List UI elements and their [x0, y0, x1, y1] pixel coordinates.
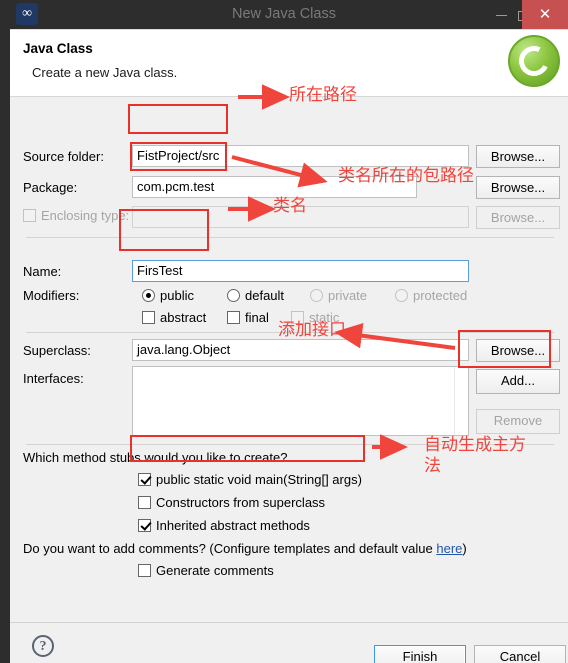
dialog-body: Java Class Create a new Java class. Sour…: [10, 29, 568, 663]
generate-comments-checkbox[interactable]: Generate comments: [138, 563, 274, 578]
interfaces-listbox[interactable]: [132, 366, 469, 436]
minimize-button[interactable]: [490, 0, 512, 29]
stub-label: Constructors from superclass: [156, 495, 326, 510]
minimize-icon: [495, 15, 507, 17]
enclosing-type-label: Enclosing type:: [41, 208, 130, 223]
stub-label: public static void main(String[] args): [156, 472, 362, 487]
remove-interface-button: Remove: [476, 409, 560, 434]
modifier-radio-public[interactable]: public: [142, 288, 194, 303]
checkbox-icon: [227, 311, 240, 324]
divider-3: [26, 444, 554, 445]
radio-icon: [310, 289, 323, 302]
superclass-input[interactable]: java.lang.Object: [132, 339, 469, 361]
page-title: Java Class: [23, 41, 93, 56]
close-button[interactable]: ✕: [522, 0, 568, 29]
modifier-radio-default[interactable]: default: [227, 288, 284, 303]
superclass-browse-button[interactable]: Browse...: [476, 339, 560, 362]
configure-templates-link[interactable]: here: [436, 541, 462, 556]
package-browse-button[interactable]: Browse...: [476, 176, 560, 199]
modifier-label: public: [160, 288, 194, 303]
window-title: New Java Class: [232, 6, 336, 22]
name-label: Name:: [23, 264, 62, 279]
stub-check-inherited[interactable]: Inherited abstract methods: [138, 518, 310, 533]
stub-check-main-method[interactable]: public static void main(String[] args): [138, 472, 362, 487]
interfaces-scrollbar[interactable]: [454, 367, 468, 435]
form-area: Source folder: FistProject/src Browse...…: [10, 98, 568, 622]
checkbox-icon: [138, 496, 151, 509]
modifier-check-abstract[interactable]: abstract: [142, 310, 206, 325]
java-class-wizard-icon: [508, 35, 560, 87]
source-folder-label: Source folder:: [23, 149, 104, 164]
checkbox-icon: [138, 564, 151, 577]
modifier-check-static: static: [291, 310, 339, 325]
modifiers-label: Modifiers:: [23, 288, 80, 303]
stub-label: Inherited abstract methods: [156, 518, 310, 533]
title-bar: ∞ New Java Class ✕: [0, 0, 568, 29]
modifier-radio-private: private: [310, 288, 367, 303]
radio-icon: [142, 289, 155, 302]
divider-2: [26, 332, 554, 333]
modifier-label: protected: [413, 288, 468, 303]
modifier-label: default: [245, 288, 285, 303]
comments-question: Do you want to add comments? (Configure …: [23, 541, 467, 556]
checkbox-icon: [23, 209, 36, 222]
modifier-label: abstract: [160, 310, 207, 325]
stub-check-constructors[interactable]: Constructors from superclass: [138, 495, 325, 510]
new-java-class-dialog-window: ∞ New Java Class ✕ Java Class Create a n…: [0, 0, 568, 663]
checkbox-icon: [138, 519, 151, 532]
enclosing-type-browse-button: Browse...: [476, 206, 560, 229]
generate-comments-label: Generate comments: [156, 563, 274, 578]
add-interface-button[interactable]: Add...: [476, 369, 560, 394]
source-folder-input[interactable]: FistProject/src: [132, 145, 469, 167]
dialog-footer: ? Finish Cancel: [10, 622, 568, 663]
radio-icon: [227, 289, 240, 302]
modifier-label: private: [328, 288, 368, 303]
help-button[interactable]: ?: [32, 635, 54, 657]
wizard-header: Java Class Create a new Java class.: [10, 30, 568, 97]
superclass-label: Superclass:: [23, 343, 91, 358]
radio-icon: [395, 289, 408, 302]
method-stubs-question: Which method stubs would you like to cre…: [23, 450, 288, 465]
class-name-input[interactable]: FirsTest: [132, 260, 469, 282]
enclosing-type-checkbox[interactable]: Enclosing type:: [23, 208, 129, 223]
checkbox-icon: [138, 473, 151, 486]
modifier-radio-protected: protected: [395, 288, 467, 303]
modifier-label: static: [309, 310, 340, 325]
checkbox-icon: [291, 311, 304, 324]
finish-button[interactable]: Finish: [374, 645, 466, 663]
cancel-button[interactable]: Cancel: [474, 645, 566, 663]
page-subtitle: Create a new Java class.: [32, 65, 178, 80]
package-input[interactable]: com.pcm.test: [132, 176, 417, 198]
comments-question-suffix: ): [462, 541, 467, 556]
interfaces-label: Interfaces:: [23, 371, 84, 386]
c-glyph: [514, 41, 554, 81]
modifier-label: final: [245, 310, 269, 325]
enclosing-type-input: [132, 206, 469, 228]
source-folder-browse-button[interactable]: Browse...: [476, 145, 560, 168]
modifier-check-final[interactable]: final: [227, 310, 269, 325]
package-label: Package:: [23, 180, 78, 195]
checkbox-icon: [142, 311, 155, 324]
comments-question-text: Do you want to add comments? (Configure …: [23, 541, 437, 556]
divider-1: [26, 237, 554, 238]
